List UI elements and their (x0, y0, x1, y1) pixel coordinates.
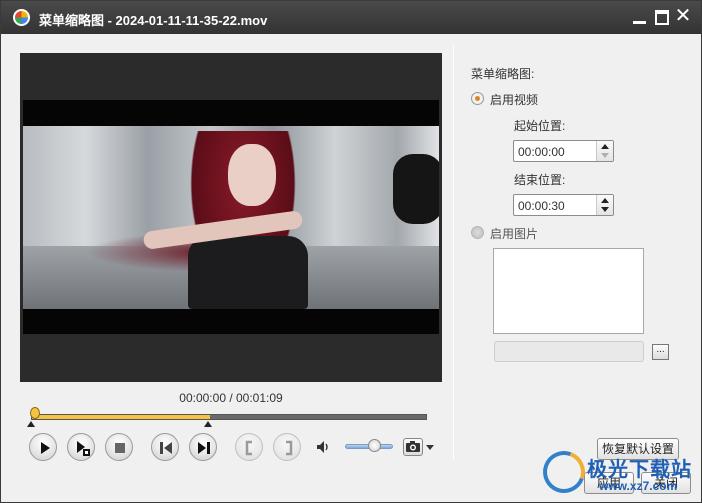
set-start-button[interactable] (235, 433, 263, 461)
video-viewport (23, 100, 439, 334)
next-frame-icon (198, 442, 210, 454)
start-position-value[interactable]: 00:00:00 (518, 145, 565, 159)
maximize-button[interactable] (653, 8, 671, 26)
image-preview-box (493, 248, 644, 334)
app-logo-icon (13, 9, 30, 26)
panel-divider (453, 45, 454, 460)
bracket-left-icon (245, 440, 252, 456)
title-bar[interactable]: 菜单缩略图 - 2024-01-11-11-35-22.mov ✕ (1, 1, 701, 34)
end-position-value[interactable]: 00:00:30 (518, 199, 565, 213)
previous-frame-icon (160, 442, 172, 454)
selection-start-marker[interactable] (27, 421, 35, 427)
use-video-radio[interactable] (471, 92, 484, 105)
play-selection-button[interactable] (67, 433, 95, 461)
stop-button[interactable] (105, 433, 133, 461)
video-frame-image (23, 126, 439, 309)
spin-up-icon[interactable] (601, 198, 609, 203)
use-image-radio[interactable] (471, 226, 484, 239)
next-frame-button[interactable] (189, 433, 217, 461)
watermark: 极光下载站 www.xz7.com (536, 444, 702, 501)
play-selection-icon (77, 441, 90, 456)
browse-image-button[interactable]: ... (652, 344, 669, 360)
snapshot-dropdown-icon[interactable] (426, 445, 434, 450)
image-path-field[interactable] (494, 341, 644, 362)
window-title: 菜单缩略图 - 2024-01-11-11-35-22.mov (39, 13, 268, 28)
camera-icon (406, 441, 420, 452)
volume-icon[interactable] (315, 439, 331, 455)
previous-frame-button[interactable] (151, 433, 179, 461)
spin-down-icon[interactable] (601, 207, 609, 212)
start-position-spinner[interactable] (596, 141, 613, 161)
play-icon (41, 442, 50, 454)
end-position-label: 结束位置: (514, 173, 566, 187)
spin-up-icon[interactable] (601, 144, 609, 149)
volume-slider-thumb[interactable] (368, 439, 381, 452)
watermark-logo-icon (536, 444, 592, 500)
selection-end-marker[interactable] (204, 421, 212, 427)
end-position-field[interactable]: 00:00:30 (513, 194, 614, 216)
play-button[interactable] (29, 433, 57, 461)
timeline-playhead[interactable] (30, 407, 40, 419)
section-label: 菜单缩略图: (471, 67, 535, 81)
main-window: 菜单缩略图 - 2024-01-11-11-35-22.mov ✕ 00:00:… (0, 0, 702, 503)
timeline-selection (32, 415, 210, 419)
set-end-button[interactable] (273, 433, 301, 461)
close-window-button[interactable]: ✕ (674, 6, 692, 26)
use-image-label[interactable]: 启用图片 (490, 225, 538, 242)
minimize-button[interactable] (631, 8, 649, 26)
snapshot-button[interactable] (403, 438, 423, 456)
spin-down-icon[interactable] (601, 153, 609, 158)
start-position-field[interactable]: 00:00:00 (513, 140, 614, 162)
start-position-label: 起始位置: (514, 119, 566, 133)
stop-icon (115, 443, 125, 453)
end-position-spinner[interactable] (596, 195, 613, 215)
watermark-title: 极光下载站 (587, 459, 692, 481)
use-video-label[interactable]: 启用视频 (490, 91, 538, 108)
time-display: 00:00:00 / 00:01:09 (179, 391, 283, 405)
video-preview (20, 53, 442, 382)
bracket-right-icon (286, 440, 293, 456)
timeline-track[interactable] (31, 414, 427, 420)
watermark-url: www.xz7.com (599, 479, 678, 493)
